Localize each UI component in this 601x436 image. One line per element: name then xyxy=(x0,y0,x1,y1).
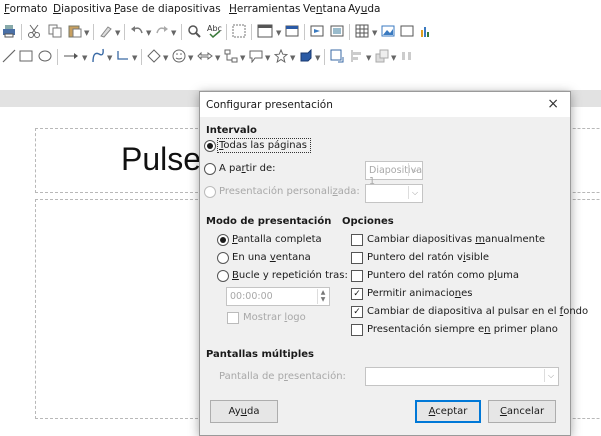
full-screen-radio[interactable] xyxy=(217,234,229,246)
table-icon[interactable] xyxy=(355,24,369,38)
arrange-icon[interactable] xyxy=(375,49,389,63)
find-replace-icon[interactable] xyxy=(187,24,201,38)
custom-show-radio[interactable] xyxy=(204,186,216,198)
option-label-5[interactable]: Presentación siempre en primer plano xyxy=(367,324,558,335)
chart-icon[interactable] xyxy=(419,24,433,38)
chevron-down-icon: ⌵ xyxy=(544,369,557,382)
cancel-button[interactable]: Cancelar xyxy=(488,400,556,423)
loop-radio[interactable] xyxy=(217,270,229,282)
option-label-4[interactable]: Cambiar de diapositiva al pulsar en el f… xyxy=(367,306,588,317)
from-slide-label[interactable]: A partir de: xyxy=(219,163,275,174)
from-slide-select[interactable]: Diapositiva 1 ⌵ xyxy=(365,161,423,187)
image-icon[interactable] xyxy=(381,24,395,38)
curve-icon[interactable] xyxy=(91,48,105,64)
grid-icon[interactable] xyxy=(232,24,246,38)
flowchart-icon[interactable] xyxy=(224,49,238,63)
option-checkbox-2[interactable] xyxy=(351,270,363,282)
display-views-icon[interactable] xyxy=(257,24,273,38)
chevron-down-icon: ⌵ xyxy=(408,186,421,199)
start-first-slide-icon[interactable] xyxy=(310,24,324,38)
copy-icon[interactable] xyxy=(48,24,62,38)
all-slides-label[interactable]: Todas las páginas xyxy=(219,140,307,151)
basic-shapes-icon[interactable] xyxy=(147,49,161,63)
custom-show-label: Presentación personalizada: xyxy=(219,186,360,197)
menu-ayuda[interactable]: Ayuda xyxy=(348,3,380,15)
window-radio[interactable] xyxy=(217,252,229,264)
help-button[interactable]: Ayuda xyxy=(210,400,278,423)
dialog-title: Configurar presentación xyxy=(206,99,333,111)
distribute-icon[interactable] xyxy=(400,49,414,63)
menu-herramientas[interactable]: Herramientas xyxy=(229,3,301,15)
option-checkbox-0[interactable] xyxy=(351,234,363,246)
option-label-0[interactable]: Cambiar diapositivas manualmente xyxy=(367,234,545,245)
menu-ventana[interactable]: Ventana xyxy=(303,3,346,15)
master-slide-icon[interactable] xyxy=(285,24,299,38)
rectangle-icon[interactable] xyxy=(19,49,33,63)
connector-icon[interactable] xyxy=(116,49,130,63)
start-current-slide-icon[interactable] xyxy=(330,24,344,38)
window-label[interactable]: En una ventana xyxy=(232,252,311,263)
spinner-arrows-icon[interactable]: ▲ ▼ xyxy=(317,289,328,304)
block-arrows-icon[interactable] xyxy=(197,49,213,63)
stars-icon[interactable] xyxy=(274,49,288,63)
menu-pase-diapositivas[interactable]: Pase de diapositivas xyxy=(114,3,221,15)
ellipse-icon[interactable] xyxy=(38,49,52,63)
chevron-down-icon: ⌵ xyxy=(408,163,421,176)
cut-icon[interactable] xyxy=(27,24,41,38)
option-checkbox-5[interactable] xyxy=(351,324,363,336)
menu-formato[interactable]: Formato xyxy=(4,3,47,15)
option-checkbox-1[interactable] xyxy=(351,252,363,264)
menu-diapositiva[interactable]: Diapositiva xyxy=(53,3,112,15)
align-icon[interactable] xyxy=(350,49,364,63)
standard-toolbar: ▼ ▼ ▼ ▼ Abc ▼ ▼ xyxy=(0,19,601,44)
loop-label[interactable]: Bucle y repetición tras: xyxy=(232,270,348,281)
redo-icon[interactable] xyxy=(155,24,169,38)
presentation-display-label: Pantalla de presentación: xyxy=(219,371,346,382)
content-placeholder[interactable] xyxy=(35,199,213,419)
clone-formatting-icon[interactable] xyxy=(99,24,113,38)
drawing-toolbar: ▼ ▼ ▼ ▼ ▼ ▼ ▼ ▼ ▼ ▼ ▼ ▼ xyxy=(0,44,601,69)
menu-bar: Formato Diapositiva Pase de diapositivas… xyxy=(0,0,601,19)
interval-heading: Intervalo xyxy=(206,125,257,136)
show-logo-label: Mostrar logo xyxy=(243,312,306,323)
title-placeholder-right xyxy=(568,128,601,193)
presentation-display-select[interactable]: ⌵ xyxy=(365,367,559,386)
custom-show-select[interactable]: ⌵ xyxy=(365,184,423,203)
callout-icon[interactable] xyxy=(249,49,263,63)
slide-title-text: Pulse xyxy=(121,141,202,177)
option-checkbox-4[interactable]: ✓ xyxy=(351,306,363,318)
rotate-icon[interactable] xyxy=(330,49,344,63)
slideshow-settings-dialog: Configurar presentación × Intervalo Toda… xyxy=(199,91,588,436)
print-icon[interactable] xyxy=(2,24,16,38)
from-slide-radio[interactable] xyxy=(204,163,216,175)
close-icon[interactable]: × xyxy=(547,96,559,112)
full-screen-label[interactable]: Pantalla completa xyxy=(232,234,322,245)
option-checkbox-3[interactable]: ✓ xyxy=(351,288,363,300)
option-label-1[interactable]: Puntero del ratón visible xyxy=(367,252,489,263)
paste-icon[interactable] xyxy=(68,23,82,38)
media-icon[interactable] xyxy=(400,24,414,38)
ok-button[interactable]: Aceptar xyxy=(415,400,481,423)
3d-objects-icon[interactable] xyxy=(299,49,313,63)
loop-time-value: 00:00:00 xyxy=(230,291,273,302)
option-label-3[interactable]: Permitir animaciones xyxy=(367,288,473,299)
show-logo-checkbox[interactable] xyxy=(227,312,239,324)
line-icon[interactable] xyxy=(2,49,16,63)
undo-icon[interactable] xyxy=(130,24,144,38)
dialog-titlebar: Configurar presentación × xyxy=(200,92,570,117)
multi-display-heading: Pantallas múltiples xyxy=(206,349,314,360)
arrow-line-icon[interactable] xyxy=(63,49,79,63)
loop-time-spinner[interactable]: 00:00:00 ▲ ▼ xyxy=(226,287,330,306)
all-slides-radio[interactable] xyxy=(204,140,216,152)
symbol-shapes-icon[interactable] xyxy=(172,49,186,63)
spelling-icon[interactable]: Abc xyxy=(206,22,222,38)
option-label-2[interactable]: Puntero del ratón como pluma xyxy=(367,270,519,281)
mode-heading: Modo de presentación xyxy=(206,216,332,227)
options-heading: Opciones xyxy=(342,216,394,227)
